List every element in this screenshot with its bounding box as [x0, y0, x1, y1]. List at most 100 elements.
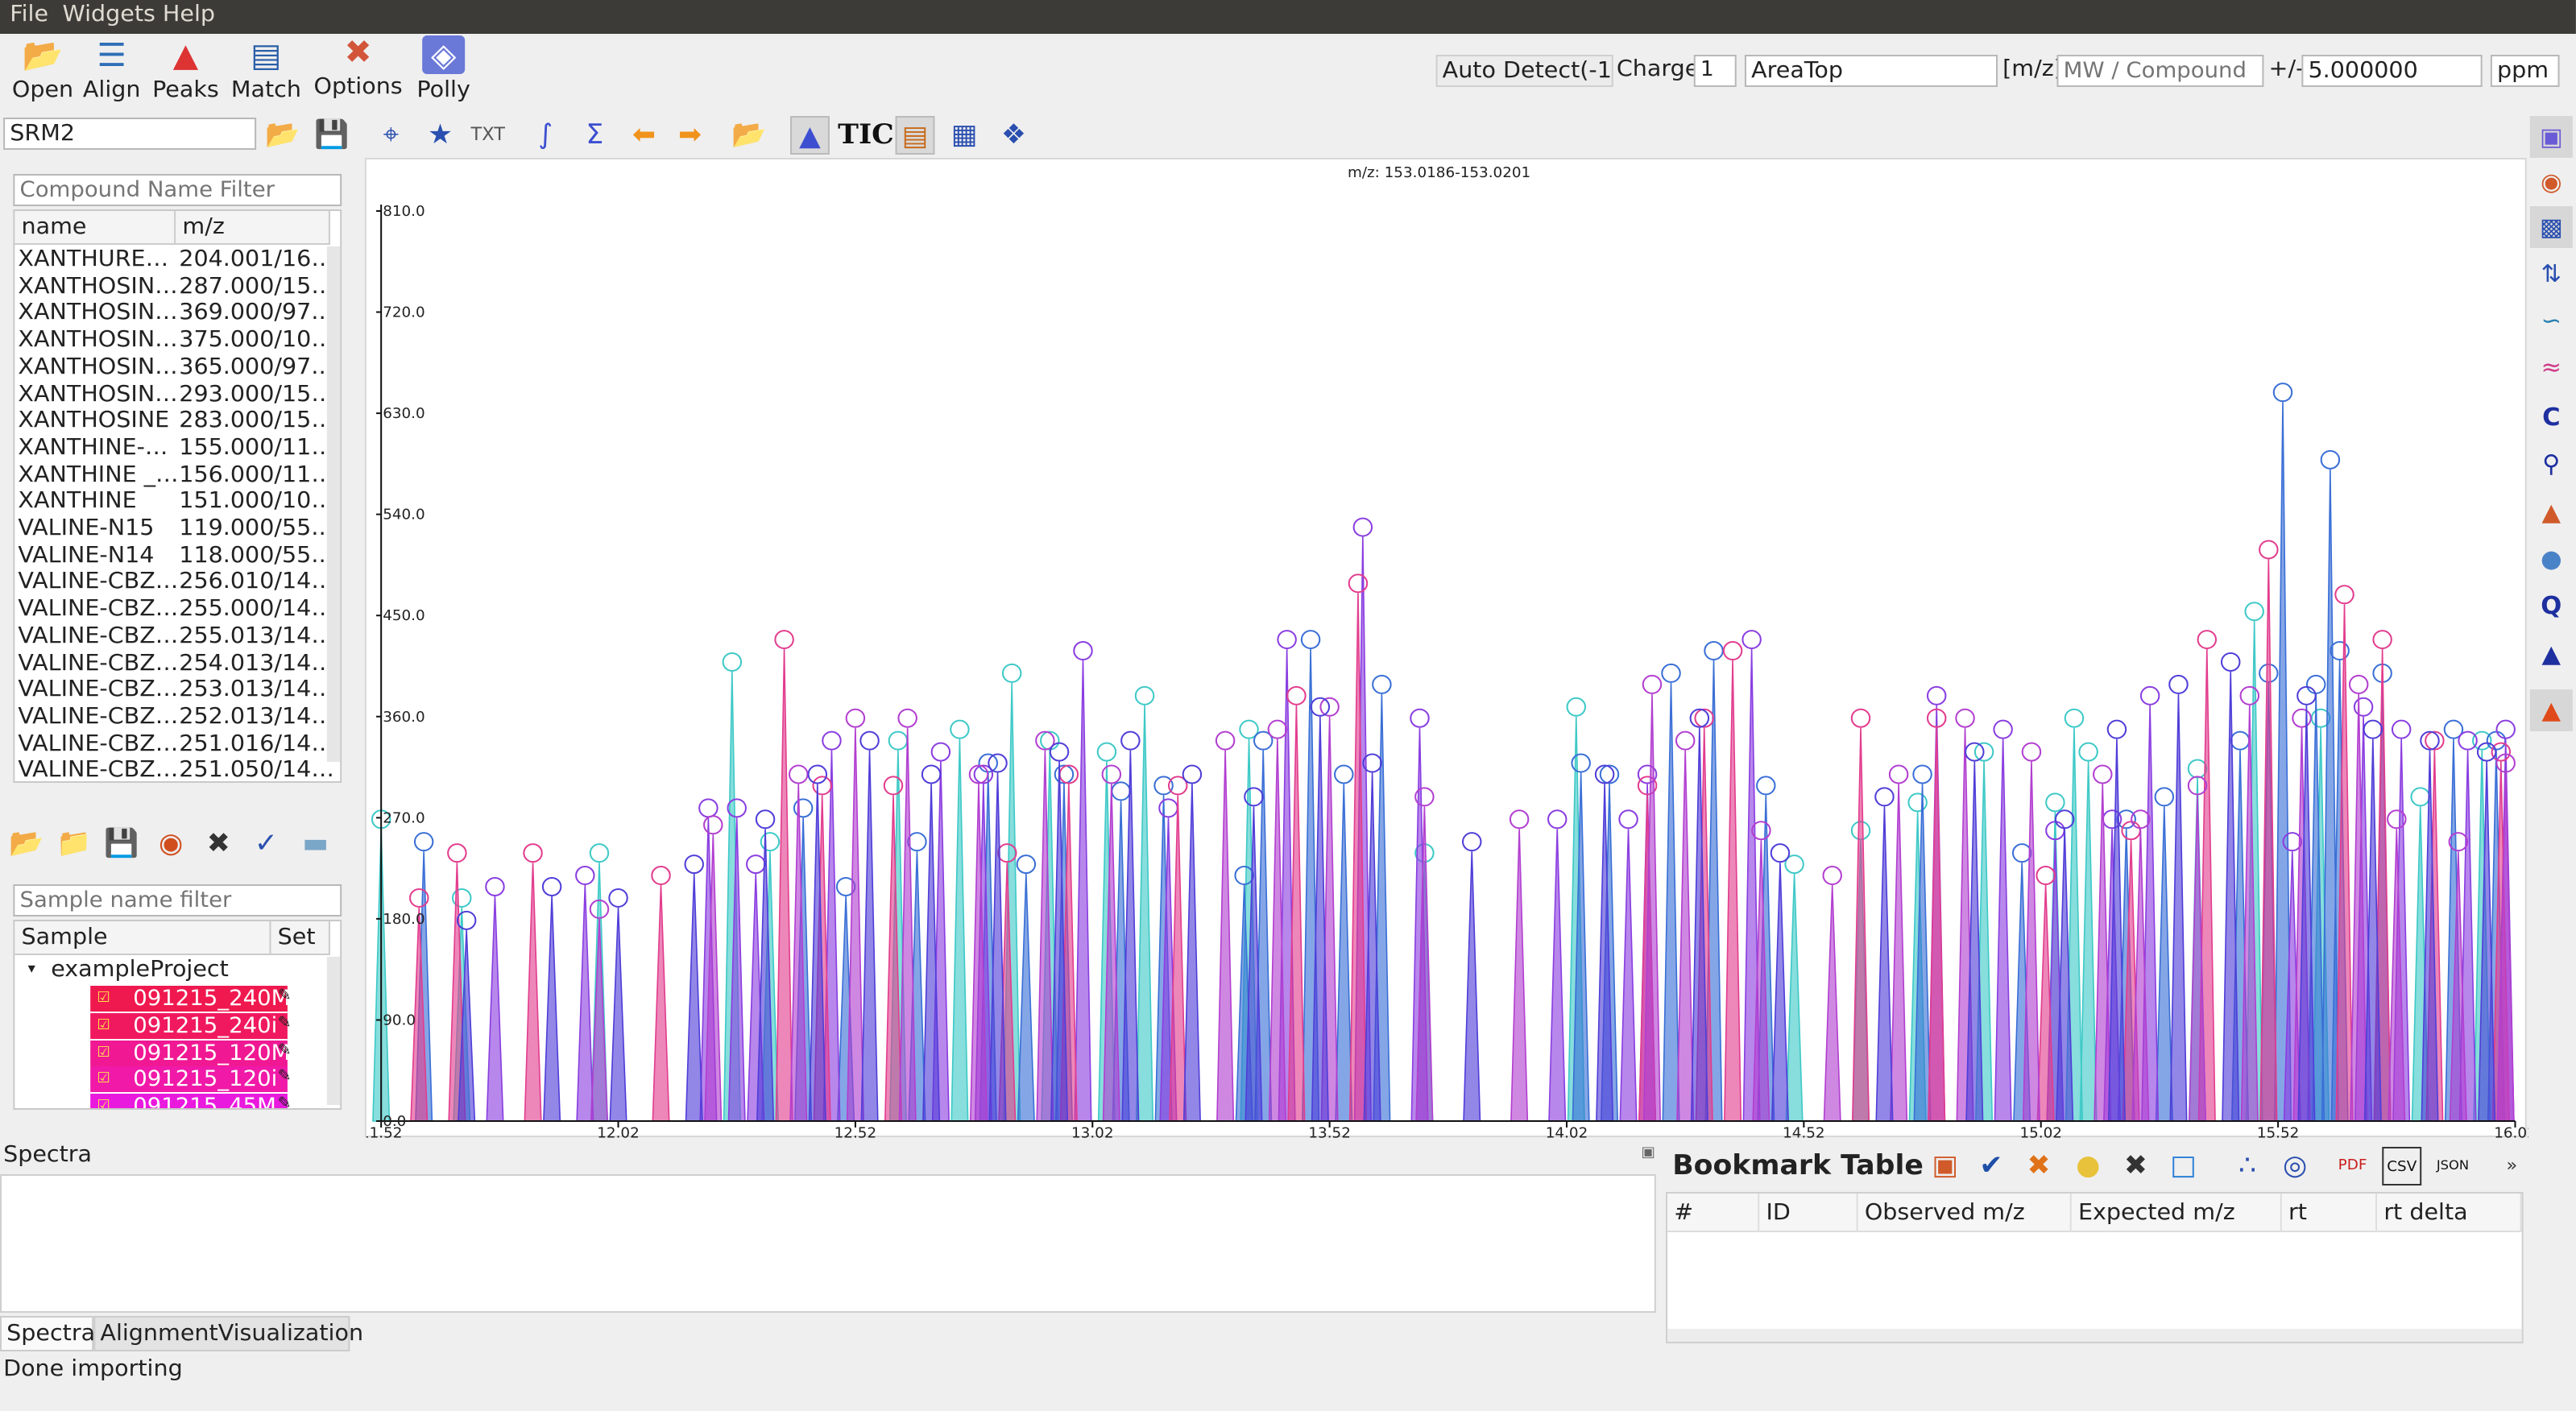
arrow-left-icon[interactable]: ⬅ [624, 116, 664, 155]
peak-marker[interactable] [2121, 821, 2141, 841]
compound-name-cell[interactable]: VALINE-CBZ… [18, 730, 178, 757]
peak-marker[interactable] [1722, 641, 1743, 661]
peaks-button[interactable]: ▲ Peaks [143, 35, 228, 106]
peak-marker[interactable] [1267, 719, 1288, 739]
lightbulb-icon[interactable]: ● [2069, 1147, 2108, 1185]
menu-widgets[interactable]: Widgets [63, 2, 155, 27]
peak-marker[interactable] [2320, 449, 2341, 470]
peak-marker[interactable] [1134, 685, 1155, 706]
sample-tree[interactable]: Sample Set ▾ exampleProject ☑ 091215_240M… [13, 920, 342, 1110]
peak-marker[interactable] [2353, 697, 2374, 717]
eic-peak[interactable] [2259, 559, 2278, 1122]
compound-mz-cell[interactable]: 155.000/11… [179, 435, 334, 461]
peak-marker[interactable] [1286, 685, 1307, 706]
eic-peak[interactable] [590, 918, 609, 1122]
tab-spectra[interactable]: Spectra [0, 1316, 95, 1351]
gallery-icon[interactable]: ▲ [2529, 689, 2573, 731]
charge-input[interactable]: 1 [1693, 55, 1737, 87]
normalize-icon[interactable]: ▬ [296, 825, 335, 863]
eic-peak[interactable] [1928, 727, 1946, 1122]
peak-marker[interactable] [2491, 742, 2512, 762]
peak-marker[interactable] [575, 866, 595, 886]
peak-marker[interactable] [1372, 674, 1392, 694]
eic-peak[interactable] [576, 885, 594, 1122]
peak-marker[interactable] [968, 764, 989, 784]
peak-marker[interactable] [921, 764, 942, 784]
peak-marker[interactable] [2330, 641, 2350, 661]
eic-peak[interactable] [860, 750, 879, 1122]
compound-mz-cell[interactable]: 251.016/14… [179, 730, 334, 757]
column-header-mz[interactable]: m/z [176, 211, 330, 245]
peak-marker[interactable] [746, 854, 766, 875]
compound-mz-cell[interactable]: 253.013/14… [179, 677, 334, 703]
edit-icon[interactable]: ✎ [278, 1095, 292, 1108]
eic-peak[interactable] [1335, 784, 1353, 1122]
compound-mz-cell[interactable]: 251.050/14… [179, 758, 334, 781]
eic-peak[interactable] [685, 874, 703, 1122]
peak-marker[interactable] [1926, 685, 1947, 706]
tab-alignment-visualization[interactable]: AlignmentVisualization [93, 1316, 363, 1351]
bookmark-star-icon[interactable]: ★ [420, 116, 460, 155]
eic-peak[interactable] [1890, 784, 1908, 1122]
peak-marker[interactable] [1704, 641, 1724, 661]
peak-marker[interactable] [897, 708, 917, 728]
search-icon[interactable]: ⚲ [2530, 443, 2573, 485]
peak-marker[interactable] [1741, 630, 1762, 650]
delete-bookmark-icon[interactable]: ✖ [2116, 1147, 2156, 1185]
menu-file[interactable]: File [10, 2, 48, 27]
peak-marker[interactable] [447, 843, 467, 863]
q-icon[interactable]: Q [2530, 585, 2573, 627]
compound-name-cell[interactable]: XANTHINE-… [18, 435, 168, 461]
rocket-icon[interactable]: ▲ [2530, 491, 2573, 533]
database-select[interactable]: SRM2 [3, 118, 257, 150]
peak-marker[interactable] [1912, 764, 1932, 784]
align-button[interactable]: ☰ Align [69, 35, 155, 106]
eic-peak[interactable] [543, 896, 561, 1122]
peak-marker[interactable] [1049, 742, 1070, 762]
peak-marker[interactable] [1352, 517, 1373, 537]
compare-peaks-icon[interactable]: ▲ [2530, 633, 2573, 675]
eic-peak[interactable] [2155, 806, 2173, 1122]
compound-mz-cell[interactable]: 283.000/15… [179, 408, 334, 434]
peak-marker[interactable] [456, 910, 477, 930]
compound-name-cell[interactable]: XANTHOSIN… [18, 300, 177, 327]
peak-marker[interactable] [1822, 866, 1842, 886]
cluster-icon[interactable]: ◎ [2276, 1147, 2315, 1185]
eic-peak[interactable] [1785, 874, 1804, 1122]
isotope-icon[interactable]: ❖ [994, 116, 1033, 155]
peak-marker[interactable] [1334, 764, 1354, 784]
arrow-right-icon[interactable]: ➡ [670, 116, 710, 155]
sample-row[interactable]: ☑ 091215_240M [90, 986, 288, 1012]
peak-marker[interactable] [1594, 764, 1615, 784]
peak-marker[interactable] [2296, 685, 2317, 706]
compound-mz-cell[interactable]: 255.013/14… [179, 623, 334, 650]
eic-peak[interactable] [2022, 761, 2040, 1122]
eic-peak[interactable] [1463, 851, 1481, 1122]
peak-marker[interactable] [1058, 764, 1079, 784]
peak-marker[interactable] [2078, 742, 2098, 762]
peak-marker[interactable] [774, 630, 794, 650]
compound-name-cell[interactable]: VALINE-CBZ… [18, 677, 178, 703]
bookmark-scrollbar[interactable] [1667, 1329, 2522, 1342]
eic-peak[interactable] [950, 739, 969, 1122]
peak-marker[interactable] [1599, 764, 1620, 784]
peak-marker[interactable] [2363, 719, 2383, 739]
overlay-icon[interactable]: ≈ [2530, 346, 2573, 388]
compound-name-cell[interactable]: VALINE-CBZ… [18, 758, 178, 781]
column-header-set[interactable]: Set [271, 921, 330, 955]
compound-name-cell[interactable]: VALINE-N15 [18, 515, 154, 542]
eic-peak[interactable] [1510, 829, 1529, 1122]
sample-checkbox-icon[interactable]: ☑ [97, 1013, 110, 1039]
peak-marker[interactable] [1618, 809, 1638, 830]
peak-marker[interactable] [1054, 764, 1075, 784]
peak-marker[interactable] [485, 876, 505, 896]
peak-marker[interactable] [1874, 787, 1895, 807]
load-compounds-icon[interactable]: 📂 [263, 116, 302, 155]
peak-marker[interactable] [2244, 602, 2264, 622]
peak-marker[interactable] [760, 832, 781, 852]
chat-icon[interactable]: ● [2530, 538, 2573, 580]
eic-peak[interactable] [1135, 705, 1154, 1122]
peak-marker[interactable] [413, 832, 434, 852]
eic-peak[interactable] [1724, 660, 1742, 1122]
edit-icon[interactable]: ✎ [278, 1041, 292, 1059]
